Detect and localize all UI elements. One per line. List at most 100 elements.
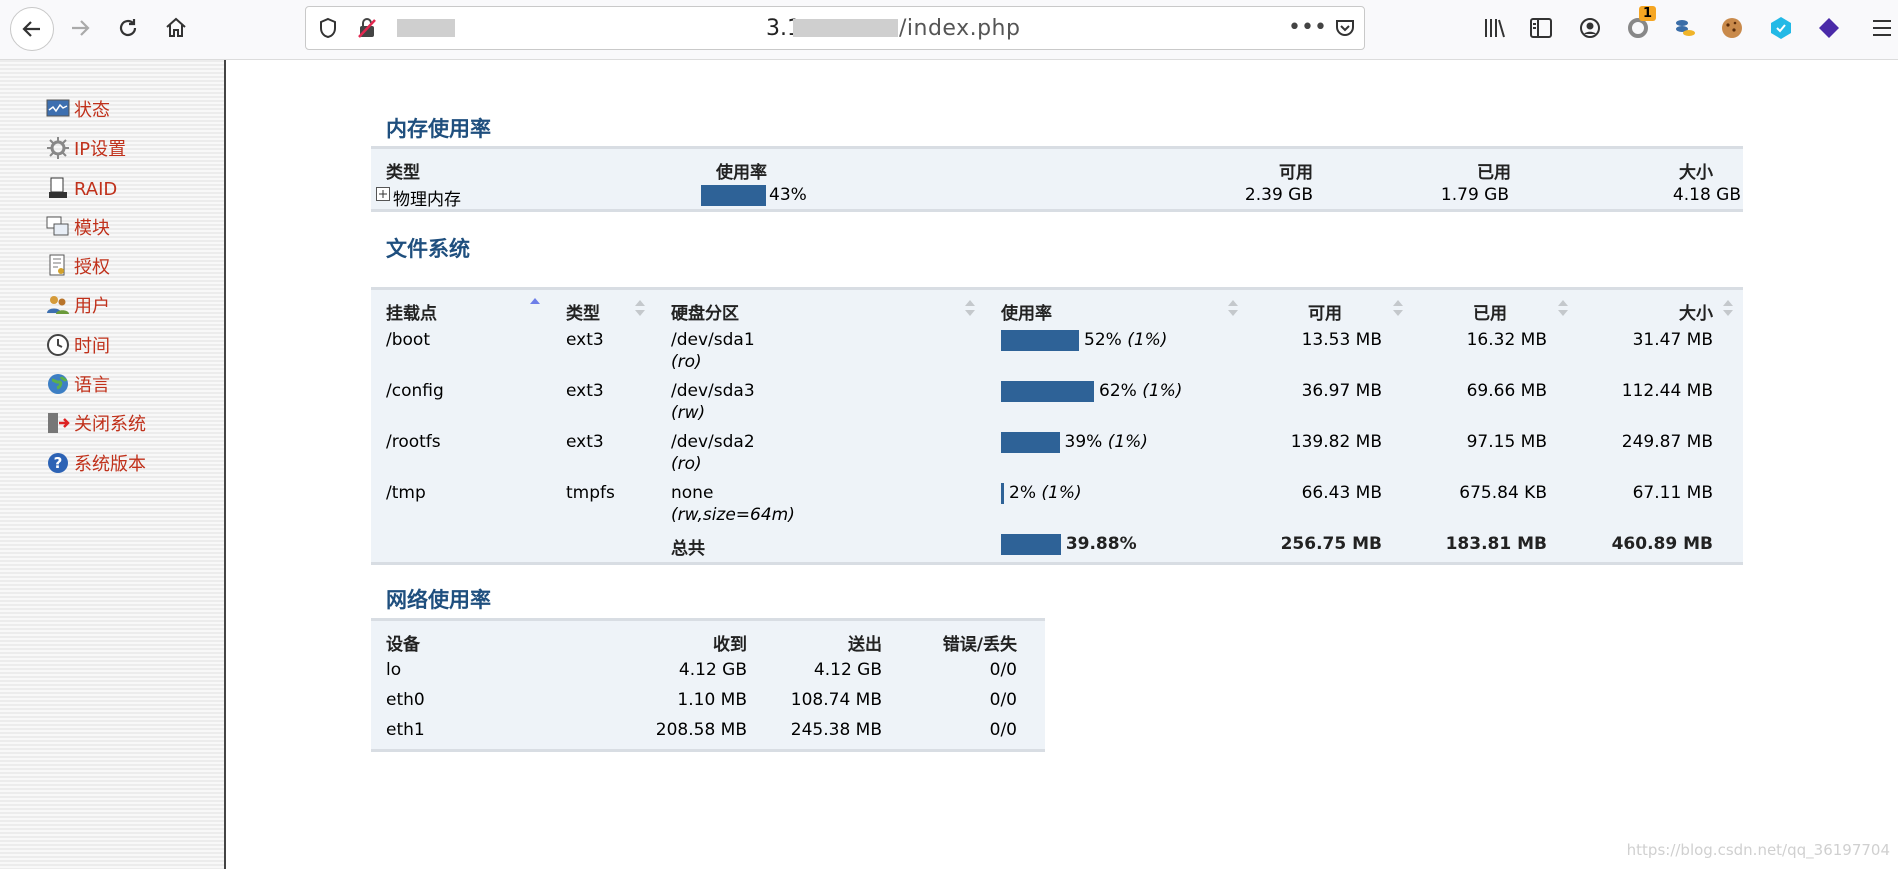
fs-mount: /config (386, 381, 444, 401)
sidebar-item-version[interactable]: ? 系统版本 (46, 451, 146, 475)
fs-free: 139.82 MB (1290, 432, 1382, 452)
shield-icon (320, 17, 336, 39)
header-free[interactable]: 可用 (1308, 299, 1342, 324)
help-icon: ? (48, 453, 68, 473)
filesystem-table: 挂载点 类型 硬盘分区 使用率 可用 已用 大小 /boot ext3 /dev… (371, 287, 1743, 565)
back-button[interactable] (10, 7, 54, 51)
fs-used: 16.32 MB (1466, 330, 1547, 350)
network-table: 设备 收到 送出 错误/丢失 lo 4.12 GB 4.12 GB 0/0 et… (371, 618, 1045, 752)
sidebar-item-users[interactable]: 用户 (46, 293, 110, 317)
fs-options: (rw,size=64m) (671, 505, 795, 525)
sort-icon[interactable] (1228, 298, 1238, 318)
header-type[interactable]: 类型 (566, 299, 600, 324)
net-received: 208.58 MB (655, 720, 747, 740)
header-partition[interactable]: 硬盘分区 (671, 299, 739, 324)
sidebar-item-language[interactable]: 语言 (46, 372, 110, 396)
fs-type: ext3 (566, 381, 604, 401)
sidebar-item-label: 用户 (74, 296, 110, 317)
sort-asc-active-icon[interactable] (530, 296, 540, 316)
expand-icon[interactable] (376, 187, 390, 201)
sidebar-item-label: 模块 (74, 218, 110, 239)
sidebar-item-license[interactable]: 授权 (46, 254, 110, 278)
net-received: 4.12 GB (678, 660, 747, 680)
fs-type: ext3 (566, 330, 604, 350)
net-errors: 0/0 (989, 720, 1017, 740)
sidebar-toggle-icon[interactable] (1527, 14, 1555, 42)
fs-usage-bar (1001, 483, 1004, 504)
memory-size: 4.18 GB (1672, 185, 1741, 205)
sidebar-item-shutdown[interactable]: 关闭系统 (46, 411, 146, 435)
sidebar-item-label: 状态 (74, 100, 110, 121)
page-actions-icon[interactable]: ••• (1288, 15, 1327, 40)
sort-icon[interactable] (1558, 298, 1568, 318)
reload-icon (119, 19, 137, 37)
header-free: 可用 (1279, 163, 1313, 183)
fs-percent: 39% (1%) (1064, 432, 1148, 452)
fs-used: 675.84 KB (1459, 483, 1547, 503)
cyan-extension-icon[interactable] (1767, 14, 1795, 42)
purple-extension-icon[interactable] (1815, 14, 1843, 42)
sidebar-item-time[interactable]: 时间 (46, 333, 110, 357)
fs-percent: 2% (1%) (1009, 483, 1082, 503)
account-icon[interactable] (1576, 14, 1604, 42)
sort-icon[interactable] (965, 298, 975, 318)
header-mount[interactable]: 挂载点 (386, 299, 437, 324)
sort-icon[interactable] (1393, 298, 1403, 318)
fs-usage-bar (1001, 381, 1094, 402)
forward-arrow-icon (72, 20, 90, 36)
header-size[interactable]: 大小 (1679, 299, 1713, 324)
header-used[interactable]: 已用 (1473, 299, 1507, 324)
sidebar-item-label: 关闭系统 (74, 414, 146, 435)
net-device: lo (386, 660, 402, 680)
back-arrow-icon (22, 21, 40, 37)
blurred-url-segment (793, 19, 898, 37)
sidebar-item-label: RAID (74, 179, 118, 200)
memory-used: 1.79 GB (1440, 185, 1509, 205)
fs-partition: /dev/sda3 (671, 381, 755, 401)
url-bar[interactable]: 3.1 /index.php ••• (305, 6, 1365, 50)
sidebar-item-ip-settings[interactable]: IP设置 (46, 136, 126, 160)
memory-section-title: 内存使用率 (386, 117, 491, 141)
sort-icon[interactable] (635, 298, 645, 318)
fs-total-percent: 39.88% (1065, 534, 1137, 554)
header-usage[interactable]: 使用率 (1001, 299, 1052, 324)
net-device: eth0 (386, 690, 425, 710)
filesystem-section-title: 文件系统 (386, 237, 470, 261)
fs-size: 31.47 MB (1632, 330, 1713, 350)
memory-usage-bar (701, 185, 766, 206)
globe-icon (48, 374, 68, 394)
reload-button[interactable] (110, 10, 146, 46)
library-icon[interactable] (1481, 14, 1509, 42)
menu-icon[interactable] (1868, 14, 1896, 42)
fs-partition: /dev/sda1 (671, 330, 755, 350)
forward-button[interactable] (62, 10, 98, 46)
watermark: https://blog.csdn.net/qq_36197704 (1626, 841, 1890, 859)
net-sent: 245.38 MB (790, 720, 882, 740)
pocket-icon[interactable] (1334, 17, 1356, 39)
fs-type: ext3 (566, 432, 604, 452)
sidebar-item-modules[interactable]: 模块 (46, 215, 110, 239)
net-sent: 108.74 MB (790, 690, 882, 710)
disk-icon (49, 177, 67, 198)
home-button[interactable] (158, 10, 194, 46)
fs-partition: none (671, 483, 714, 503)
extension-ring-icon[interactable]: 1 (1624, 6, 1657, 42)
fs-type: tmpfs (566, 483, 615, 503)
svg-text:?: ? (54, 454, 63, 472)
coins-extension-icon[interactable] (1671, 14, 1699, 42)
net-sent: 4.12 GB (813, 660, 882, 680)
net-errors: 0/0 (989, 660, 1017, 680)
clock-icon (47, 334, 69, 356)
fs-options: (ro) (671, 454, 702, 474)
sidebar-item-raid[interactable]: RAID (46, 176, 117, 200)
fs-total-usage-bar (1001, 534, 1061, 555)
sort-icon[interactable] (1723, 298, 1733, 318)
fs-percent: 52% (1%) (1084, 330, 1168, 350)
fs-size: 112.44 MB (1621, 381, 1713, 401)
windows-icon (46, 216, 69, 236)
net-errors: 0/0 (989, 690, 1017, 710)
sidebar-item-status[interactable]: 状态 (46, 97, 110, 121)
fs-options: (rw) (671, 403, 706, 423)
cookie-extension-icon[interactable] (1718, 14, 1746, 42)
fs-usage-bar (1001, 432, 1060, 453)
